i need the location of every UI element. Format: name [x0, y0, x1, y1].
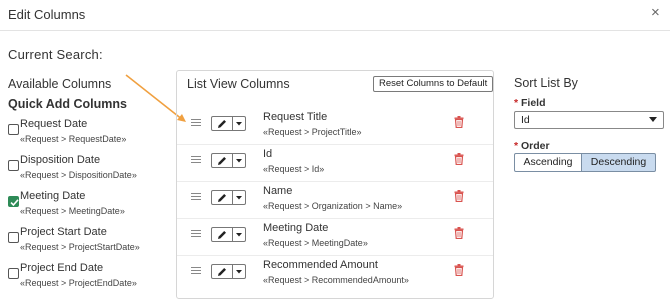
column-path: «Request > RecommendedAmount» — [263, 275, 409, 285]
pencil-icon[interactable] — [215, 192, 229, 204]
sort-field-select[interactable]: Id — [514, 111, 664, 129]
quick-add-path: «Request > ProjectEndDate» — [20, 278, 137, 288]
edit-button-group — [211, 190, 246, 205]
column-row: Id «Request > Id» — [177, 145, 493, 182]
checkbox[interactable] — [8, 232, 19, 243]
trash-icon[interactable] — [454, 227, 464, 239]
order-label: * Order — [514, 140, 550, 152]
checkbox[interactable] — [8, 124, 19, 135]
quick-add-label: Request Date — [20, 118, 88, 130]
quick-add-item-disposition-date[interactable]: Disposition Date «Request > DispositionD… — [8, 154, 173, 188]
checkbox[interactable] — [8, 160, 19, 171]
required-asterisk: * — [514, 140, 519, 152]
order-label-text: Order — [521, 140, 550, 152]
quick-add-item-request-date[interactable]: Request Date «Request > RequestDate» — [8, 118, 173, 152]
column-path: «Request > ProjectTitle» — [263, 127, 362, 137]
caret-down-icon[interactable] — [233, 228, 245, 241]
checkbox-checked[interactable] — [8, 196, 19, 207]
sort-list-by-title: Sort List By — [514, 76, 578, 90]
trash-icon[interactable] — [454, 264, 464, 276]
reset-columns-button[interactable]: Reset Columns to Default — [373, 76, 494, 92]
column-path: «Request > Organization > Name» — [263, 201, 403, 211]
pencil-icon[interactable] — [215, 118, 229, 130]
descending-button[interactable]: Descending — [581, 153, 656, 172]
drag-handle-icon[interactable] — [191, 193, 201, 201]
edit-button-group — [211, 264, 246, 279]
column-name: Name — [263, 185, 293, 197]
trash-icon[interactable] — [454, 116, 464, 128]
quick-add-label: Project Start Date — [20, 226, 107, 238]
checkbox[interactable] — [8, 268, 19, 279]
pencil-icon[interactable] — [215, 266, 229, 278]
quick-add-path: «Request > RequestDate» — [20, 134, 127, 144]
edit-button-group — [211, 227, 246, 242]
column-name: Recommended Amount — [263, 259, 378, 271]
quick-add-label: Meeting Date — [20, 190, 86, 202]
quick-add-item-project-start-date[interactable]: Project Start Date «Request > ProjectSta… — [8, 226, 173, 260]
edit-button-group — [211, 116, 246, 131]
column-name: Id — [263, 148, 273, 160]
column-name: Request Title — [263, 111, 328, 123]
caret-down-icon[interactable] — [233, 191, 245, 204]
caret-down-icon[interactable] — [233, 265, 245, 278]
sort-field-value: Id — [521, 114, 530, 126]
drag-handle-icon[interactable] — [191, 119, 201, 127]
column-row: Request Title «Request > ProjectTitle» — [177, 108, 493, 145]
column-name: Meeting Date — [263, 222, 329, 234]
close-icon[interactable]: × — [651, 5, 660, 21]
dialog-header: Edit Columns × — [0, 0, 670, 31]
trash-icon[interactable] — [454, 153, 464, 165]
ascending-button[interactable]: Ascending — [514, 153, 582, 172]
dialog-title: Edit Columns — [8, 7, 86, 22]
list-view-columns-panel: List View Columns Reset Columns to Defau… — [176, 70, 494, 299]
caret-down-icon — [649, 117, 657, 122]
quick-add-columns-title: Quick Add Columns — [8, 97, 127, 111]
required-asterisk: * — [514, 97, 519, 109]
column-row: Meeting Date «Request > MeetingDate» — [177, 219, 493, 256]
quick-add-path: «Request > ProjectStartDate» — [20, 242, 140, 252]
drag-handle-icon[interactable] — [191, 230, 201, 238]
quick-add-label: Project End Date — [20, 262, 104, 274]
quick-add-item-project-end-date[interactable]: Project End Date «Request > ProjectEndDa… — [8, 262, 173, 296]
caret-down-icon[interactable] — [233, 154, 245, 167]
current-search-label: Current Search: — [8, 47, 103, 62]
field-label-text: Field — [521, 97, 546, 109]
caret-down-icon[interactable] — [233, 117, 245, 130]
column-row: Name «Request > Organization > Name» — [177, 182, 493, 219]
quick-add-path: «Request > DispositionDate» — [20, 170, 137, 180]
pencil-icon[interactable] — [215, 229, 229, 241]
quick-add-label: Disposition Date — [20, 154, 101, 166]
quick-add-path: «Request > MeetingDate» — [20, 206, 125, 216]
drag-handle-icon[interactable] — [191, 156, 201, 164]
column-path: «Request > MeetingDate» — [263, 238, 368, 248]
column-path: «Request > Id» — [263, 164, 325, 174]
drag-handle-icon[interactable] — [191, 267, 201, 275]
column-row: Recommended Amount «Request > Recommende… — [177, 256, 493, 293]
list-view-columns-title: List View Columns — [187, 77, 290, 91]
field-label: * Field — [514, 97, 546, 109]
pencil-icon[interactable] — [215, 155, 229, 167]
trash-icon[interactable] — [454, 190, 464, 202]
checkmark-icon — [10, 199, 19, 207]
available-columns-title: Available Columns — [8, 77, 112, 91]
quick-add-item-meeting-date[interactable]: Meeting Date «Request > MeetingDate» — [8, 190, 173, 224]
edit-button-group — [211, 153, 246, 168]
